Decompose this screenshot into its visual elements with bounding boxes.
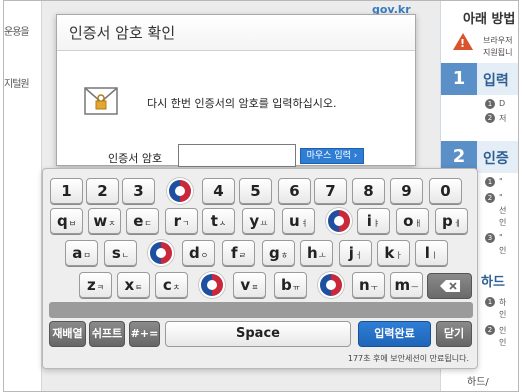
background-text: 지털원	[4, 79, 30, 90]
envelope-lock-icon	[84, 87, 118, 115]
key-3[interactable]: 3	[122, 178, 155, 204]
key-2[interactable]: 2	[86, 178, 119, 204]
key-r[interactable]: rㄱ	[165, 208, 198, 234]
warning-text: 브라우저	[483, 36, 513, 45]
help-footer[interactable]: 하드/	[467, 373, 489, 388]
warning-text: 지원됩니	[483, 48, 513, 57]
keyboard-divider-bar	[49, 302, 473, 318]
key-6[interactable]: 6	[278, 178, 311, 204]
step-line: "	[499, 233, 503, 242]
key-h[interactable]: hㅗ	[300, 240, 333, 266]
key-q[interactable]: qㅂ	[50, 208, 83, 234]
key-5[interactable]: 5	[239, 178, 272, 204]
key-d[interactable]: dㅇ	[182, 240, 215, 266]
hard-line: 인	[499, 338, 507, 347]
background-text: 운용을	[4, 27, 30, 38]
bullet-icon: 2	[485, 325, 495, 335]
hard-line: 하	[499, 298, 507, 307]
step-line: 인	[499, 246, 507, 255]
step-line: 저	[499, 114, 507, 123]
taegeuk-logo-icon	[169, 180, 191, 202]
shift-key[interactable]: 쉬프트	[89, 321, 125, 347]
key-0[interactable]: 0	[429, 178, 462, 204]
taegeuk-logo-icon	[201, 274, 223, 296]
key-b[interactable]: bㅠ	[274, 272, 307, 298]
step-line: "	[499, 193, 503, 202]
warning-mark: !	[460, 37, 466, 50]
key-o[interactable]: oㅐ	[396, 208, 429, 234]
key-k[interactable]: kㅏ	[377, 240, 410, 266]
step-number: 1	[441, 63, 477, 95]
dialog-title: 인증서 암호 확인	[57, 15, 415, 51]
key-i[interactable]: iㅑ	[357, 208, 390, 234]
step-line: 인	[499, 218, 507, 227]
key-n[interactable]: nㅜ	[352, 272, 385, 298]
dialog-message: 다시 한번 인증서의 암호를 입력하십시오.	[147, 97, 337, 110]
key-l[interactable]: lㅣ	[415, 240, 448, 266]
relayout-key[interactable]: 재배열	[49, 321, 86, 347]
key-p[interactable]: pㅔ	[435, 208, 468, 234]
hard-line: 인	[499, 326, 507, 335]
bullet-icon: 1	[485, 99, 495, 109]
key-t[interactable]: tㅅ	[202, 208, 235, 234]
key-x[interactable]: xㅌ	[117, 272, 150, 298]
key-g[interactable]: gㅎ	[262, 240, 295, 266]
close-key[interactable]: 닫기	[436, 321, 472, 347]
backspace-icon	[439, 280, 460, 292]
hard-section-title: 하드	[481, 275, 505, 290]
key-f[interactable]: fㄹ	[222, 240, 255, 266]
step-line: 선	[499, 206, 507, 215]
enter-complete-key[interactable]: 입력완료	[358, 321, 431, 347]
password-input[interactable]	[178, 144, 296, 167]
key-a[interactable]: aㅁ	[65, 240, 98, 266]
key-w[interactable]: wㅈ	[88, 208, 121, 234]
password-label: 인증서 암호	[108, 152, 163, 165]
help-panel-header: 아래 방법	[463, 12, 516, 27]
bullet-icon: 1	[485, 177, 495, 187]
background-left-column: 운용을 지털원	[4, 1, 42, 391]
key-y[interactable]: yㅛ	[242, 208, 275, 234]
hard-line: 인	[499, 310, 507, 319]
bullet-icon: 1	[485, 297, 495, 307]
key-8[interactable]: 8	[352, 178, 385, 204]
key-z[interactable]: zㅋ	[79, 272, 112, 298]
step-title: 입력	[483, 73, 509, 89]
mouse-input-button[interactable]: 마우스 입력 ›	[300, 148, 364, 164]
bullet-icon: 3	[485, 233, 495, 243]
key-j[interactable]: jㅓ	[339, 240, 372, 266]
taegeuk-logo-icon	[328, 210, 350, 232]
key-e[interactable]: eㄷ	[126, 208, 159, 234]
key-9[interactable]: 9	[390, 178, 423, 204]
key-4[interactable]: 4	[202, 178, 235, 204]
key-v[interactable]: vㅍ	[233, 272, 266, 298]
step-line: D	[499, 99, 506, 108]
step-1-bar: 1 입력	[441, 63, 518, 95]
bullet-icon: 2	[485, 113, 495, 123]
key-7[interactable]: 7	[314, 178, 347, 204]
key-1[interactable]: 1	[50, 178, 83, 204]
certificate-password-dialog: 인증서 암호 확인 다시 한번 인증서의 암호를 입력하십시오. 인증서 암호 …	[56, 14, 416, 167]
key-u[interactable]: uㅕ	[282, 208, 315, 234]
key-s[interactable]: sㄴ	[104, 240, 137, 266]
key-m[interactable]: mㅡ	[390, 272, 423, 298]
key-c[interactable]: cㅊ	[155, 272, 188, 298]
bullet-icon: 2	[485, 193, 495, 203]
taegeuk-logo-icon	[150, 242, 172, 264]
session-timer-notice: 177초 후에 보안세션이 만료됩니다.	[347, 354, 469, 363]
step-title: 인증	[483, 151, 509, 167]
taegeuk-logo-icon	[320, 274, 342, 296]
backspace-key[interactable]	[427, 273, 472, 299]
virtual-keyboard: 1 2 3 4 5 6 7 8 9 0 qㅂ wㅈ eㄷ rㄱ tㅅ yㅛ uㅕ…	[42, 168, 478, 369]
space-key[interactable]: Space	[165, 321, 351, 347]
symbols-key[interactable]: #+=	[129, 321, 160, 347]
step-line: "	[499, 177, 503, 186]
